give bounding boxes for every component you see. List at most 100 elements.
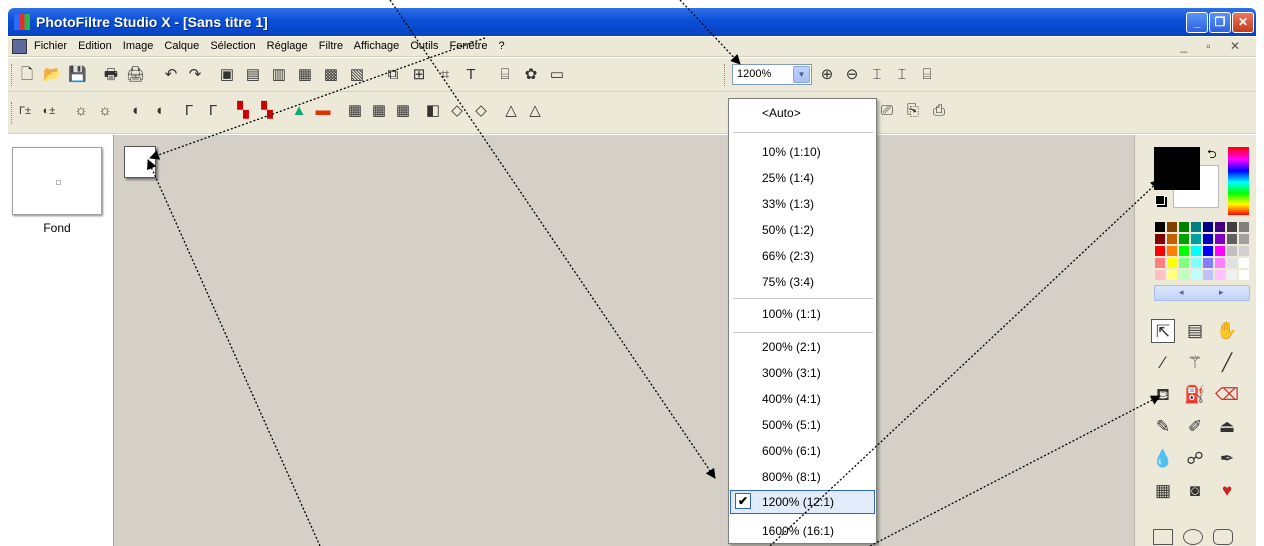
chevron-left-icon[interactable]: ◂ xyxy=(1179,287,1184,298)
selection-tool-icon[interactable]: ⇱ xyxy=(1151,319,1175,343)
fill-bucket-icon[interactable]: ⛾ xyxy=(1151,383,1175,407)
crop-icon[interactable]: ⌗ xyxy=(436,66,454,84)
print-icon[interactable]: 🖶 xyxy=(102,66,120,84)
zoom-option-selected[interactable]: ✔ 1200% (12:1) xyxy=(730,490,875,514)
sharpen-icon[interactable]: ▲ xyxy=(290,102,308,120)
zoom-option[interactable]: 50% (1:2) xyxy=(762,223,814,237)
layer-thumbnail[interactable] xyxy=(12,147,102,215)
line-tool-icon[interactable]: ╱ xyxy=(1215,351,1239,375)
canvas-size-icon[interactable]: ⊞ xyxy=(410,66,428,84)
chevron-right-icon[interactable]: ▸ xyxy=(1219,287,1224,298)
fullscreen-icon[interactable]: ⌸ xyxy=(918,66,936,84)
menu-fichier[interactable]: Fichier xyxy=(34,40,67,52)
palette-scrollbar[interactable]: ◂ ▸ xyxy=(1154,285,1250,301)
menu-selection[interactable]: Sélection xyxy=(210,40,255,52)
zoom-option[interactable]: 25% (1:4) xyxy=(762,171,814,185)
blur-more-icon[interactable]: ◇ xyxy=(472,102,490,120)
eyedropper-icon[interactable]: ⁄ xyxy=(1151,351,1175,375)
saturation-plus-icon[interactable]: ▚ xyxy=(258,102,276,120)
zoom-out-icon[interactable]: ⊖ xyxy=(843,66,861,84)
zoom-combo[interactable]: 1200% ▼ xyxy=(732,64,812,85)
redo-icon[interactable]: ↷ xyxy=(186,66,204,84)
blur-icon[interactable]: ◇ xyxy=(448,102,466,120)
transform-icon[interactable]: ⎙ xyxy=(930,102,948,120)
copy-image-icon[interactable]: ▣ xyxy=(218,66,236,84)
grid-filter-icon[interactable]: ▦ xyxy=(346,102,364,120)
zoom-option[interactable]: 75% (3:4) xyxy=(762,275,814,289)
actual-size-icon[interactable]: ⌶ xyxy=(893,66,911,84)
rounded-rect-shape-icon[interactable] xyxy=(1213,529,1233,545)
brush-icon[interactable]: ✎ xyxy=(1151,415,1175,439)
zoom-option[interactable]: 1600% (16:1) xyxy=(762,524,834,538)
gamma-minus-icon[interactable]: Γ xyxy=(180,102,198,120)
zoom-option[interactable]: 200% (2:1) xyxy=(762,340,821,354)
auto-levels-icon[interactable]: Γ± xyxy=(16,102,34,120)
menu-calque[interactable]: Calque xyxy=(164,40,199,52)
menu-affichage[interactable]: Affichage xyxy=(354,40,400,52)
new-file-icon[interactable]: 🗋 xyxy=(18,66,36,84)
close-button[interactable]: ✕ xyxy=(1232,12,1254,33)
gamma-plus-icon[interactable]: Γ xyxy=(204,102,222,120)
clone-brush-icon[interactable]: ✒ xyxy=(1215,447,1239,471)
grid-filter-2-icon[interactable]: ▦ xyxy=(370,102,388,120)
auto-contrast-icon[interactable]: ◐± xyxy=(40,102,58,120)
strawberry-icon[interactable]: ♥ xyxy=(1215,479,1239,503)
contrast-plus-icon[interactable]: ◖ xyxy=(150,102,168,120)
toolbar-grip[interactable] xyxy=(11,102,14,124)
fit-window-icon[interactable]: ⌶ xyxy=(868,66,886,84)
menu-filtre[interactable]: Filtre xyxy=(319,40,343,52)
paste-new-icon[interactable]: ▥ xyxy=(270,66,288,84)
menu-outils[interactable]: Outils xyxy=(410,40,438,52)
menu-fenetre[interactable]: Fenêtre xyxy=(450,40,488,52)
menu-edition[interactable]: Edition xyxy=(78,40,112,52)
reset-colors-icon[interactable] xyxy=(1155,195,1165,205)
contrast-minus-icon[interactable]: ◖ xyxy=(126,102,144,120)
rectangle-shape-icon[interactable] xyxy=(1153,529,1173,545)
saturation-minus-icon[interactable]: ▚ xyxy=(234,102,252,120)
sharpen-light-icon[interactable]: △ xyxy=(502,102,520,120)
image-size-icon[interactable]: ⧉ xyxy=(384,66,402,84)
paste-image-icon[interactable]: ▤ xyxy=(244,66,262,84)
move-tool-icon[interactable]: ▤ xyxy=(1183,319,1207,343)
smudge-icon[interactable]: ☍ xyxy=(1183,447,1207,471)
zoom-option[interactable]: 66% (2:3) xyxy=(762,249,814,263)
toolbar-grip[interactable] xyxy=(11,64,14,86)
zoom-option[interactable]: 300% (3:1) xyxy=(762,366,821,380)
blur-drop-icon[interactable]: 💧 xyxy=(1151,447,1175,471)
zoom-option[interactable]: 600% (6:1) xyxy=(762,444,821,458)
zoom-option[interactable]: 500% (5:1) xyxy=(762,418,821,432)
zoom-in-icon[interactable]: ⊕ xyxy=(818,66,836,84)
toolbar-grip[interactable] xyxy=(724,64,727,86)
save-icon[interactable]: 💾 xyxy=(68,66,87,84)
mdi-window-controls[interactable]: _ ▫ ✕ xyxy=(1180,39,1248,53)
open-file-icon[interactable]: 📂 xyxy=(43,66,62,84)
magic-wand-icon[interactable]: ⚚ xyxy=(1183,351,1207,375)
swap-colors-icon[interactable]: ⮌ xyxy=(1207,145,1217,166)
flip-icon[interactable]: ⎚ xyxy=(878,102,896,120)
window-icon[interactable]: ▭ xyxy=(548,66,566,84)
menu-reglage[interactable]: Réglage xyxy=(267,40,308,52)
color-palette[interactable] xyxy=(1154,221,1250,281)
image-tube-icon[interactable]: ◙ xyxy=(1183,479,1207,503)
palette-icon[interactable]: ▩ xyxy=(322,66,340,84)
minimize-button[interactable]: _ xyxy=(1186,12,1208,33)
undo-icon[interactable]: ↶ xyxy=(162,66,180,84)
stamp-icon[interactable]: ⏏ xyxy=(1215,415,1239,439)
emboss-icon[interactable]: ◧ xyxy=(424,102,442,120)
zoom-option[interactable]: <Auto> xyxy=(762,106,801,120)
plugin-icon[interactable]: ✿ xyxy=(522,66,540,84)
brightness-minus-icon[interactable]: ☼ xyxy=(72,102,90,120)
filter-icon[interactable]: ▧ xyxy=(348,66,366,84)
image-canvas[interactable] xyxy=(124,146,156,178)
grid-filter-3-icon[interactable]: ▦ xyxy=(394,102,412,120)
color-balance-icon[interactable]: ▬ xyxy=(314,102,332,120)
restore-button[interactable]: ❐ xyxy=(1209,12,1231,33)
explorer-icon[interactable]: ⌸ xyxy=(496,66,514,84)
hand-tool-icon[interactable]: ✋ xyxy=(1215,319,1239,343)
view-icon[interactable]: ▦ xyxy=(296,66,314,84)
zoom-option[interactable]: 10% (1:10) xyxy=(762,145,821,159)
menu-image[interactable]: Image xyxy=(123,40,154,52)
color-spectrum[interactable] xyxy=(1228,147,1249,215)
zoom-option[interactable]: 100% (1:1) xyxy=(762,307,821,321)
menu-help[interactable]: ? xyxy=(499,40,505,52)
